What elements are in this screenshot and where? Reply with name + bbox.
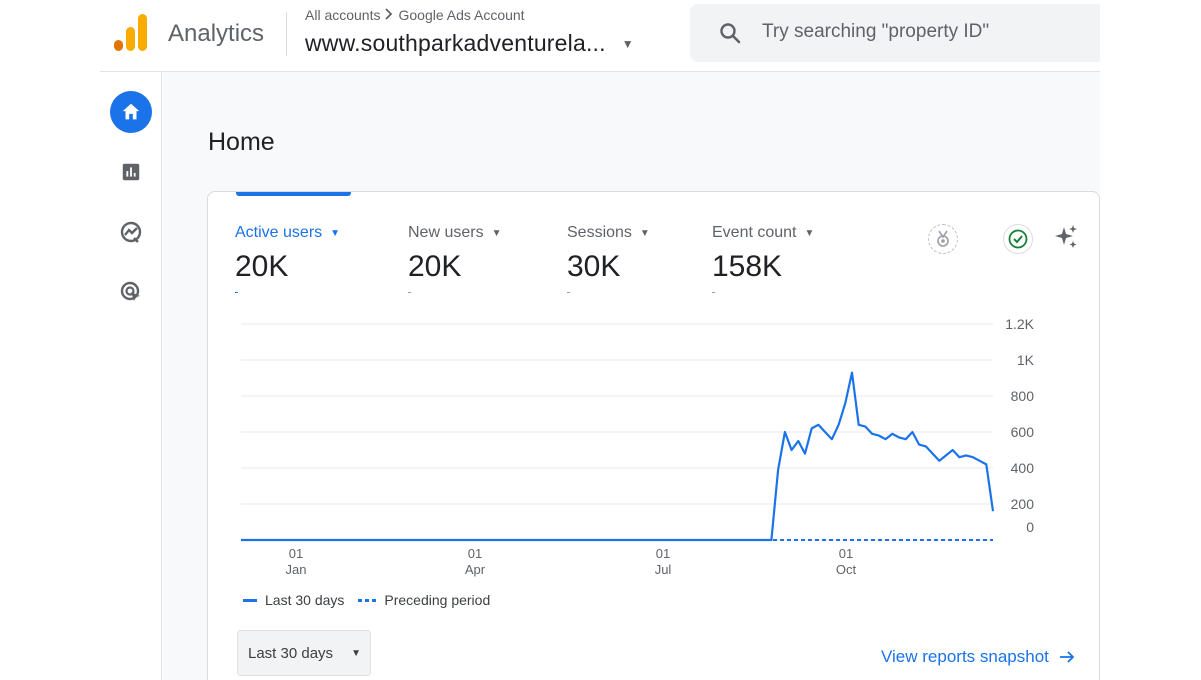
caret-down-icon: ▼ xyxy=(804,227,815,239)
caret-down-icon: ▼ xyxy=(330,227,341,239)
legend-swatch-solid xyxy=(243,598,257,602)
date-range-label: Last 30 days xyxy=(248,644,334,662)
caret-down-icon: ▼ xyxy=(351,647,361,659)
x-tick-day: 01 xyxy=(656,546,670,561)
check-circle-icon xyxy=(1008,229,1028,249)
x-tick-day: 01 xyxy=(468,546,482,561)
status-badge[interactable] xyxy=(1003,224,1033,254)
insights-badge[interactable] xyxy=(928,224,958,254)
metric-label: Active users xyxy=(235,224,323,241)
metric-value: 20K xyxy=(235,250,289,283)
nav-explore[interactable] xyxy=(110,211,152,253)
reports-icon xyxy=(122,163,140,181)
metric-value: 158K xyxy=(712,250,783,283)
advertising-icon xyxy=(120,281,140,301)
y-tick-label: 400 xyxy=(1011,460,1035,476)
top-bar: Analytics All accounts Google Ads Accoun… xyxy=(100,0,1100,72)
x-tick-month: Jan xyxy=(286,562,307,577)
nav-home[interactable] xyxy=(110,91,152,133)
chart-legend: Last 30 days Preceding period xyxy=(243,592,490,608)
metric-sessions[interactable]: Sessions ▼ 30K xyxy=(567,224,650,293)
snapshot-link-label: View reports snapshot xyxy=(881,647,1049,666)
view-reports-snapshot-link[interactable]: View reports snapshot xyxy=(881,647,1075,667)
overview-card: Active users ▼ 20K New users ▼ 20K Session… xyxy=(207,191,1100,680)
breadcrumb: All accounts Google Ads Account xyxy=(305,7,525,23)
caret-down-icon: ▼ xyxy=(491,227,502,239)
chevron-right-icon xyxy=(384,7,394,23)
legend-previous: Preceding period xyxy=(384,592,491,608)
metric-active-users[interactable]: Active users ▼ 20K xyxy=(235,224,340,293)
home-icon xyxy=(122,103,140,120)
metric-event-count[interactable]: Event count ▼ 158K xyxy=(712,224,814,293)
date-range-selector[interactable]: Last 30 days ▼ xyxy=(237,630,371,676)
property-name: www.southparkadventurela... xyxy=(305,30,606,56)
metric-value: 20K xyxy=(408,250,462,283)
series-last-30-days-line xyxy=(241,371,995,542)
metric-label: New users xyxy=(408,224,484,241)
metric-indicator xyxy=(235,292,238,293)
metric-label: Sessions xyxy=(567,224,632,241)
main-content: Home Active users ▼ 20K New users ▼ 20K Se… xyxy=(163,72,1100,680)
nav-advertising[interactable] xyxy=(110,271,152,313)
analytics-logo-icon[interactable] xyxy=(114,14,148,52)
x-tick-month: Apr xyxy=(465,562,486,577)
header-divider xyxy=(286,12,287,56)
legend-swatch-dashed xyxy=(358,598,377,602)
legend-current: Last 30 days xyxy=(265,592,345,608)
analytics-home-page: Analytics All accounts Google Ads Accoun… xyxy=(0,0,1201,680)
medal-icon xyxy=(937,230,949,247)
app-name[interactable]: Analytics xyxy=(168,20,264,48)
search-bar[interactable]: Try searching "property ID" xyxy=(690,4,1100,62)
breadcrumb-account[interactable]: All accounts xyxy=(305,7,380,23)
breadcrumb-sub-account[interactable]: Google Ads Account xyxy=(398,7,524,23)
metric-label: Event count xyxy=(712,224,797,241)
arrow-right-icon xyxy=(1059,651,1075,663)
y-tick-label: 1K xyxy=(1017,352,1035,368)
y-tick-label: 200 xyxy=(1011,496,1035,512)
ai-insights-button[interactable] xyxy=(1051,222,1081,252)
x-tick-day: 01 xyxy=(289,546,303,561)
metric-new-users[interactable]: New users ▼ 20K xyxy=(408,224,501,293)
y-tick-label: 600 xyxy=(1011,424,1035,440)
search-icon xyxy=(720,23,741,44)
metric-indicator xyxy=(567,292,570,293)
caret-down-icon: ▼ xyxy=(621,36,634,51)
explore-icon xyxy=(120,221,142,243)
x-tick-month: Jul xyxy=(655,562,672,577)
caret-down-icon: ▼ xyxy=(639,227,650,239)
property-selector[interactable]: www.southparkadventurela... ▼ xyxy=(305,30,634,57)
metric-value: 30K xyxy=(567,250,621,283)
active-users-chart: 1.2K1K800600400200001Jan01Apr01Jul01Oct xyxy=(241,316,1035,577)
search-input[interactable]: Try searching "property ID" xyxy=(762,21,989,43)
metric-indicator xyxy=(408,292,411,293)
x-tick-day: 01 xyxy=(839,546,853,561)
y-tick-label: 1.2K xyxy=(1005,316,1034,332)
side-navigation xyxy=(100,72,162,680)
nav-reports[interactable] xyxy=(110,151,152,193)
y-tick-label: 0 xyxy=(1026,519,1034,535)
x-tick-month: Oct xyxy=(836,562,857,577)
sparkle-icon xyxy=(1055,225,1077,248)
y-tick-label: 800 xyxy=(1011,388,1035,404)
page-title: Home xyxy=(208,128,275,156)
metric-indicator xyxy=(712,292,715,293)
active-tab-indicator xyxy=(236,192,351,196)
